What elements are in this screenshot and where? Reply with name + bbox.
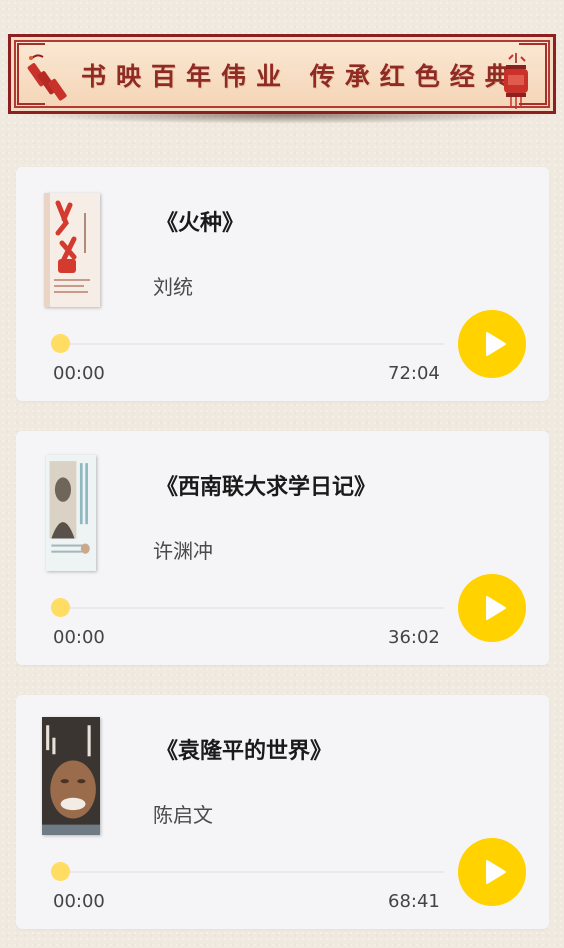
progress-knob[interactable] xyxy=(51,334,70,353)
banner-frame: 书映百年伟业 传承红色经典 xyxy=(8,34,556,114)
progress-slider[interactable] xyxy=(60,871,444,873)
play-button[interactable] xyxy=(458,838,526,906)
current-time: 00:00 xyxy=(53,363,105,384)
total-duration: 36:02 xyxy=(388,627,440,648)
banner-title: 书映百年伟业 传承红色经典 xyxy=(81,62,520,91)
book-cover-image xyxy=(42,717,100,835)
audiobook-card: 《火种》 刘统 00:00 72:04 xyxy=(16,167,549,401)
book-title: 《袁隆平的世界》 xyxy=(156,739,333,764)
total-duration: 68:41 xyxy=(388,891,440,912)
book-author: 陈启文 xyxy=(153,803,213,827)
banner: 书映百年伟业 传承红色经典 xyxy=(8,34,556,126)
book-cover-image xyxy=(44,193,100,307)
total-duration: 72:04 xyxy=(388,363,440,384)
book-title: 《火种》 xyxy=(156,211,245,236)
progress-slider[interactable] xyxy=(60,607,444,609)
current-time: 00:00 xyxy=(53,627,105,648)
current-time: 00:00 xyxy=(53,891,105,912)
play-icon xyxy=(486,596,506,620)
book-author: 许渊冲 xyxy=(153,539,213,563)
firecracker-icon xyxy=(27,54,67,101)
progress-slider[interactable] xyxy=(60,343,444,345)
book-title: 《西南联大求学日记》 xyxy=(156,475,377,500)
play-button[interactable] xyxy=(458,574,526,642)
audiobook-card: 《袁隆平的世界》 陈启文 00:00 68:41 xyxy=(16,695,549,929)
book-cover-image xyxy=(46,455,96,571)
play-icon xyxy=(486,332,506,356)
progress-knob[interactable] xyxy=(51,862,70,881)
lantern-icon xyxy=(504,53,528,109)
book-author: 刘统 xyxy=(153,275,193,299)
play-icon xyxy=(486,860,506,884)
progress-knob[interactable] xyxy=(51,598,70,617)
audiobook-card: 《西南联大求学日记》 许渊冲 00:00 36:02 xyxy=(16,431,549,665)
play-button[interactable] xyxy=(458,310,526,378)
